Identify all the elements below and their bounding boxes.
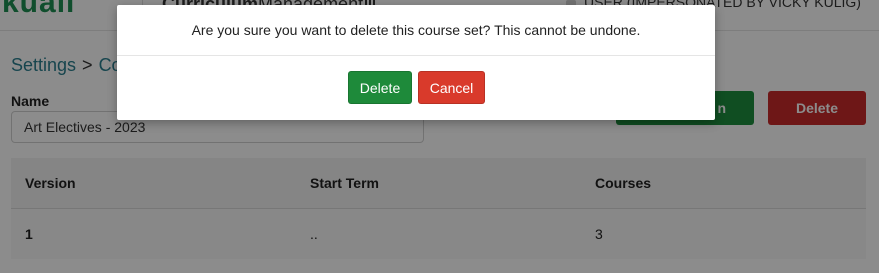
dialog-divider: [117, 55, 715, 56]
confirm-delete-dialog: Are you sure you want to delete this cou…: [117, 5, 715, 120]
dialog-message: Are you sure you want to delete this cou…: [191, 22, 641, 38]
cancel-button[interactable]: Cancel: [418, 71, 485, 104]
confirm-delete-button[interactable]: Delete: [348, 71, 412, 104]
